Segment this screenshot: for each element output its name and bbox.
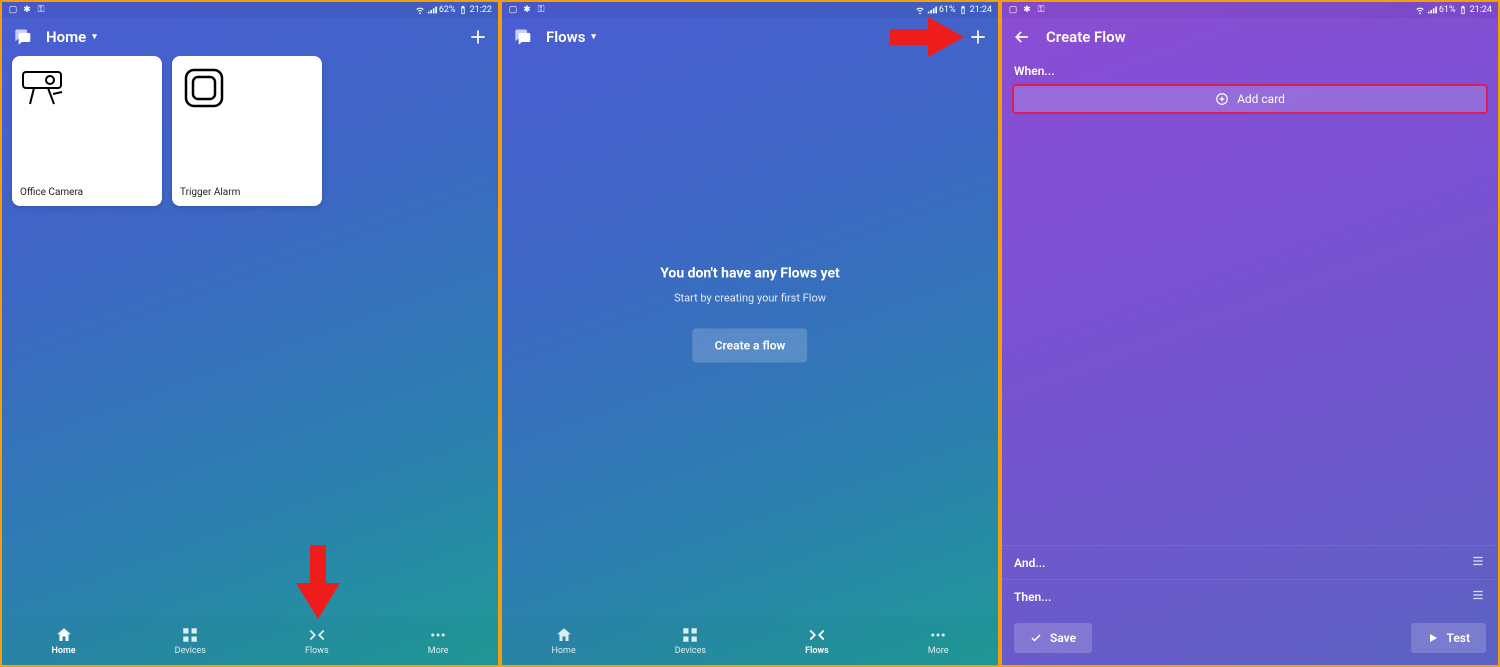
and-label: And... bbox=[1014, 556, 1046, 570]
key-icon: ⚿ bbox=[36, 5, 46, 15]
header-title-dropdown[interactable]: Flows ▾ bbox=[546, 28, 596, 46]
picture-icon: ▢ bbox=[1008, 5, 1018, 15]
nav-label: Home bbox=[552, 646, 576, 656]
battery-icon bbox=[458, 5, 468, 15]
content-area: You don't have any Flows yet Start by cr… bbox=[502, 56, 998, 617]
when-label: When... bbox=[1002, 56, 1498, 84]
menu-icon bbox=[1470, 588, 1486, 605]
clock-time: 21:24 bbox=[1470, 5, 1492, 15]
add-card-button[interactable]: Add card bbox=[1012, 84, 1488, 114]
save-label: Save bbox=[1050, 631, 1076, 645]
back-button[interactable] bbox=[1012, 27, 1032, 47]
header-title-dropdown[interactable]: Home ▾ bbox=[46, 28, 97, 46]
signal-icon bbox=[427, 5, 437, 15]
content-area: When... Add card And... Then... bbox=[1002, 56, 1498, 665]
settings-icon: ✱ bbox=[22, 5, 32, 15]
device-card[interactable]: Office Camera bbox=[12, 56, 162, 206]
button-icon bbox=[180, 64, 230, 114]
nav-flows[interactable]: Flows bbox=[305, 626, 329, 656]
camera-icon bbox=[20, 64, 70, 114]
test-label: Test bbox=[1447, 631, 1471, 645]
plus-circle-icon bbox=[1215, 92, 1229, 106]
device-label: Trigger Alarm bbox=[180, 187, 314, 198]
device-label: Office Camera bbox=[20, 187, 154, 198]
signal-icon bbox=[1427, 5, 1437, 15]
chevron-down-icon: ▾ bbox=[591, 32, 596, 42]
nav-label: Devices bbox=[675, 646, 706, 656]
header-title: Flows bbox=[546, 28, 585, 46]
nav-more[interactable]: More bbox=[428, 626, 449, 656]
empty-title: You don't have any Flows yet bbox=[660, 266, 840, 282]
battery-percent: 62% bbox=[439, 5, 456, 15]
device-card[interactable]: Trigger Alarm bbox=[172, 56, 322, 206]
screen-flows-empty: ▢ ✱ ⚿ 61% 21:24 Flows ▾ bbox=[500, 0, 1000, 667]
then-section[interactable]: Then... bbox=[1002, 579, 1498, 613]
header-title: Create Flow bbox=[1046, 28, 1126, 46]
play-icon bbox=[1427, 632, 1439, 644]
signal-icon bbox=[927, 5, 937, 15]
picture-icon: ▢ bbox=[508, 5, 518, 15]
battery-icon bbox=[958, 5, 968, 15]
key-icon: ⚿ bbox=[1036, 5, 1046, 15]
nav-label: More bbox=[428, 646, 449, 656]
battery-percent: 61% bbox=[939, 5, 956, 15]
then-label: Then... bbox=[1014, 590, 1051, 604]
nav-home[interactable]: Home bbox=[552, 626, 576, 656]
wifi-icon bbox=[1415, 5, 1425, 15]
nav-label: Flows bbox=[305, 646, 329, 656]
content-area: Office Camera Trigger Alarm bbox=[2, 56, 498, 617]
status-bar: ▢ ✱ ⚿ 61% 21:24 bbox=[502, 2, 998, 18]
header: Create Flow bbox=[1002, 18, 1498, 56]
empty-subtitle: Start by creating your first Flow bbox=[660, 292, 840, 305]
create-flow-button[interactable]: Create a flow bbox=[693, 329, 808, 363]
test-button[interactable]: Test bbox=[1411, 623, 1487, 653]
settings-icon: ✱ bbox=[522, 5, 532, 15]
menu-icon bbox=[1470, 554, 1486, 571]
chat-icon[interactable] bbox=[512, 27, 532, 47]
bottom-nav: Home Devices Flows More bbox=[2, 617, 498, 665]
add-flow-button[interactable] bbox=[968, 27, 988, 47]
add-card-label: Add card bbox=[1237, 92, 1285, 106]
nav-label: Home bbox=[52, 646, 76, 656]
battery-percent: 61% bbox=[1439, 5, 1456, 15]
save-button[interactable]: Save bbox=[1014, 623, 1092, 653]
wifi-icon bbox=[915, 5, 925, 15]
battery-icon bbox=[1458, 5, 1468, 15]
nav-more[interactable]: More bbox=[928, 626, 949, 656]
nav-home[interactable]: Home bbox=[52, 626, 76, 656]
status-bar: ▢ ✱ ⚿ 61% 21:24 bbox=[1002, 2, 1498, 18]
nav-flows[interactable]: Flows bbox=[805, 626, 829, 656]
nav-devices[interactable]: Devices bbox=[675, 626, 706, 656]
screen-home: ▢ ✱ ⚿ 62% 21:22 Home ▾ bbox=[0, 0, 500, 667]
settings-icon: ✱ bbox=[1022, 5, 1032, 15]
chat-icon[interactable] bbox=[12, 27, 32, 47]
status-bar: ▢ ✱ ⚿ 62% 21:22 bbox=[2, 2, 498, 18]
screen-create-flow: ▢ ✱ ⚿ 61% 21:24 Create Flow When... bbox=[1000, 0, 1500, 667]
header: Home ▾ bbox=[2, 18, 498, 56]
chevron-down-icon: ▾ bbox=[92, 32, 97, 42]
bottom-nav: Home Devices Flows More bbox=[502, 617, 998, 665]
check-icon bbox=[1030, 632, 1042, 644]
nav-label: Devices bbox=[175, 646, 206, 656]
clock-time: 21:24 bbox=[970, 5, 992, 15]
header-title: Home bbox=[46, 28, 86, 46]
and-section[interactable]: And... bbox=[1002, 545, 1498, 579]
picture-icon: ▢ bbox=[8, 5, 18, 15]
clock-time: 21:22 bbox=[470, 5, 492, 15]
key-icon: ⚿ bbox=[536, 5, 546, 15]
add-button[interactable] bbox=[468, 27, 488, 47]
nav-label: Flows bbox=[805, 646, 829, 656]
nav-label: More bbox=[928, 646, 949, 656]
header: Flows ▾ bbox=[502, 18, 998, 56]
nav-devices[interactable]: Devices bbox=[175, 626, 206, 656]
wifi-icon bbox=[415, 5, 425, 15]
